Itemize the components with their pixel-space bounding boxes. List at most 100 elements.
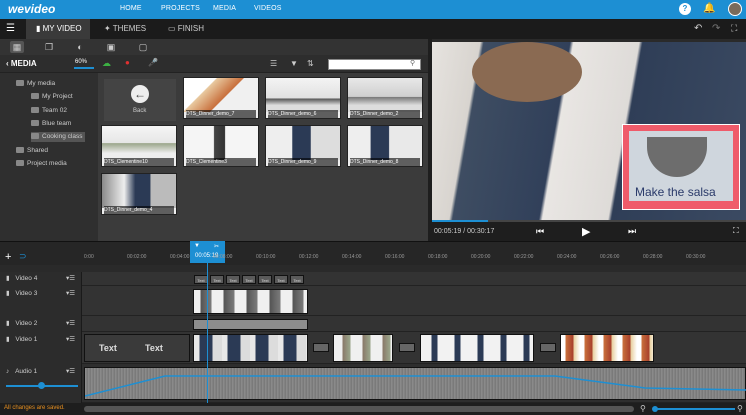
volume-envelope[interactable] [85, 368, 746, 401]
add-track-icon[interactable]: + [5, 251, 11, 263]
upload-icon[interactable]: ☁ [102, 58, 111, 69]
ruler-tick-label: 0:00 [84, 254, 94, 260]
text-clip[interactable]: Text [258, 275, 272, 284]
tree-my-project[interactable]: My Project [31, 92, 73, 102]
thumbnail-image [184, 126, 258, 160]
contrast-icon[interactable]: ◐ [73, 41, 87, 53]
media-thumb[interactable]: DTS_Dinner_demo_7 [183, 77, 259, 119]
zoom-slider[interactable] [655, 408, 735, 410]
expand-icon[interactable]: ⛶ [733, 226, 739, 236]
video-clip[interactable] [333, 334, 393, 362]
playhead-line[interactable] [207, 262, 208, 403]
video-clip[interactable] [193, 289, 308, 314]
record-icon[interactable]: ● [125, 58, 130, 67]
media-thumb[interactable]: DTS_Dinner_demo_9 [265, 125, 341, 167]
track-menu-icon[interactable]: ▾☰ [66, 364, 75, 380]
video-clip[interactable] [420, 334, 534, 362]
tab-finish[interactable]: ▭ FINISH [168, 19, 228, 39]
thumb-caption: DTS_Clementine10 [104, 158, 174, 166]
media-thumb[interactable]: DTS_Dinner_demo_4 [101, 173, 177, 215]
text-clip[interactable]: Text [194, 275, 208, 284]
fullscreen-icon[interactable]: ⛶ [731, 23, 737, 34]
tree-label: Cooking class [42, 133, 83, 140]
thumb-caption: DTS_Dinner_demo_4 [104, 206, 174, 214]
list-view-icon[interactable]: ☰ [270, 59, 277, 68]
help-icon[interactable]: ? [679, 3, 691, 15]
track-menu-icon[interactable]: ▾☰ [66, 272, 75, 286]
filter-icon[interactable]: ▼ [290, 59, 298, 68]
track-menu-icon[interactable]: ▾☰ [66, 286, 75, 302]
split-icon[interactable]: ✂ [214, 243, 219, 250]
microphone-icon[interactable]: 🎤 [148, 58, 158, 67]
audio-waveform[interactable] [84, 367, 746, 400]
tab-themes[interactable]: ✦ THEMES [104, 19, 164, 39]
media-search-input[interactable] [328, 59, 421, 70]
tree-label: Project media [27, 160, 67, 167]
overlay-card[interactable]: Make the salsa [622, 124, 740, 210]
nav-home[interactable]: HOME [120, 5, 142, 12]
magnet-icon[interactable]: ⊃ [19, 251, 27, 262]
text-clip[interactable]: Text [210, 275, 224, 284]
volume-slider-handle[interactable] [38, 382, 45, 389]
skip-back-icon[interactable]: ⏮ [536, 226, 544, 237]
zoom-slider-handle[interactable] [652, 406, 658, 412]
tree-label: Team 02 [42, 107, 67, 114]
title-clip[interactable]: Text Text [84, 334, 190, 362]
preview-scrubber[interactable] [432, 220, 746, 222]
zoom-out-icon[interactable]: ⚲ [640, 404, 646, 413]
transition-icon[interactable] [313, 343, 329, 352]
nav-videos[interactable]: VIDEOS [254, 5, 282, 12]
transform-icon[interactable]: ▢ [136, 41, 150, 53]
tree-blue-team[interactable]: Blue team [31, 119, 71, 129]
save-status: All changes are saved. [4, 405, 65, 411]
zoom-in-icon[interactable]: ⚲ [737, 404, 743, 413]
undo-icon[interactable]: ↶ [694, 23, 702, 34]
nav-media[interactable]: MEDIA [213, 5, 236, 12]
video-clip[interactable] [193, 319, 308, 330]
transition-icon[interactable] [399, 343, 415, 352]
media-thumb[interactable]: DTS_Dinner_demo_2 [347, 77, 423, 119]
sort-icon[interactable]: ⇅ [307, 59, 314, 68]
editor-tab-bar: ☰ ▮ MY VIDEO ✦ THEMES ▭ FINISH ↶ ↷ ⛶ [0, 19, 746, 39]
text-clip[interactable]: Text [290, 275, 304, 284]
ruler-tick-label: 00:30:00 [686, 254, 706, 260]
play-icon[interactable]: ▶ [582, 225, 590, 238]
media-thumb[interactable]: DTS_Dinner_demo_6 [265, 77, 341, 119]
text-clip[interactable]: Text [242, 275, 256, 284]
layers-icon[interactable]: ❐ [42, 41, 56, 53]
redo-icon[interactable]: ↷ [712, 23, 720, 34]
menu-icon[interactable]: ☰ [6, 23, 15, 34]
back-tile[interactable]: ← Back [104, 79, 176, 121]
nav-projects[interactable]: PROJECTS [161, 5, 200, 12]
folder-icon[interactable]: ▦ [10, 41, 24, 53]
horizontal-scrollbar[interactable] [84, 406, 634, 412]
photo-icon[interactable]: ▣ [104, 41, 118, 53]
media-thumb[interactable]: DTS_Dinner_demo_8 [347, 125, 423, 167]
transition-icon[interactable] [540, 343, 556, 352]
skip-forward-icon[interactable]: ⏭ [628, 226, 636, 237]
tree-team-02[interactable]: Team 02 [31, 106, 67, 116]
media-title[interactable]: ‹ MEDIA [6, 59, 37, 68]
bell-icon[interactable]: 🔔 [703, 3, 715, 15]
track-menu-icon[interactable]: ▾☰ [66, 316, 75, 332]
video-clip[interactable] [193, 334, 308, 362]
tab-my-video[interactable]: ▮ MY VIDEO [26, 19, 90, 39]
track-menu-icon[interactable]: ▾☰ [66, 332, 75, 348]
ruler-tick-label: 00:16:00 [385, 254, 405, 260]
folder-icon [16, 160, 24, 167]
tree-my-media[interactable]: My media [16, 79, 55, 89]
media-thumb[interactable]: DTS_Clementine10 [101, 125, 177, 167]
tree-cooking-class[interactable]: Cooking class [31, 132, 86, 142]
person-head [472, 42, 582, 102]
wevideo-logo[interactable]: wevideo [8, 2, 55, 16]
overlay-text[interactable]: Make the salsa [635, 185, 716, 199]
media-thumb[interactable]: DTS_Clementine3 [183, 125, 259, 167]
tree-shared[interactable]: Shared [16, 146, 48, 156]
video-clip[interactable] [560, 334, 654, 362]
text-clip[interactable]: Text [226, 275, 240, 284]
track-label: ▮ Video 1 ▾☰ [0, 332, 82, 364]
video-preview[interactable]: Make the salsa [432, 42, 746, 220]
tree-project-media[interactable]: Project media [16, 159, 67, 169]
avatar[interactable] [728, 2, 742, 16]
text-clip[interactable]: Text [274, 275, 288, 284]
